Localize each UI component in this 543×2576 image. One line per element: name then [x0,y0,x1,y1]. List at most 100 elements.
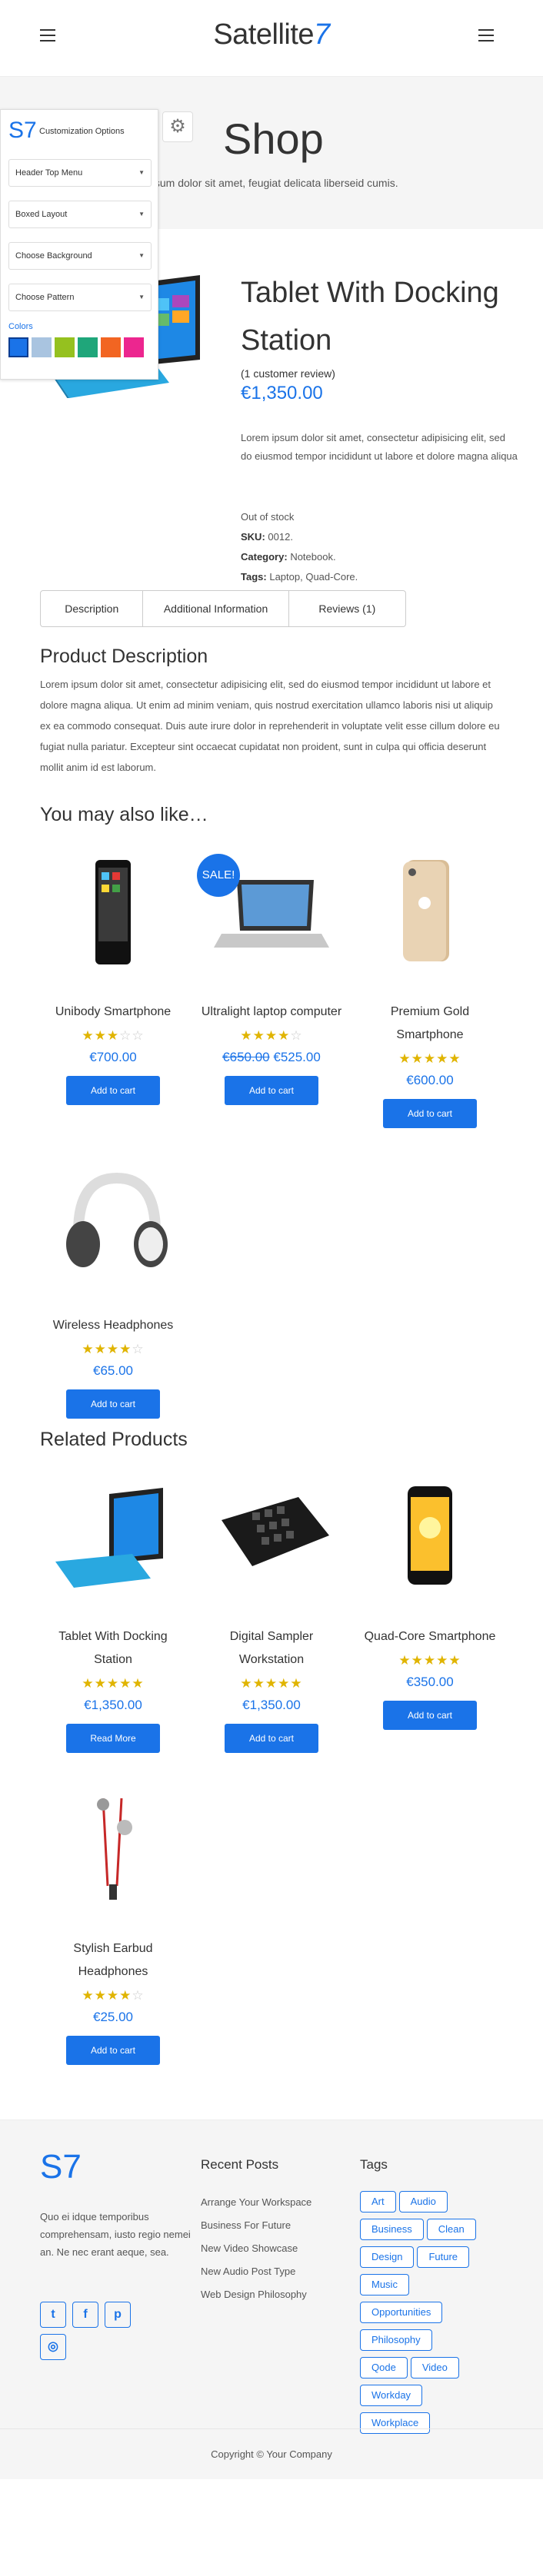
product-price: €1,350.00 [242,1698,301,1712]
site-header: Satellite7 [0,0,543,77]
product-image[interactable] [206,1482,337,1589]
tag-link[interactable]: Audio [398,2191,448,2213]
rating-stars: ★★★★★ [240,1676,303,1691]
related-grid: Tablet With Docking Station ★★★★★ €1,350… [40,1451,503,2104]
add-to-cart-button[interactable]: Add to cart [225,1724,318,1753]
tag-link[interactable]: Qode [360,2357,408,2378]
tag-link[interactable]: Design [360,2246,415,2268]
customizer-logo: S7 [8,118,37,143]
product-name[interactable]: Tablet With Docking Station [40,1625,186,1671]
product-name[interactable]: Quad-Core Smartphone [357,1625,503,1648]
product-image[interactable] [48,1482,178,1589]
color-swatch-blue[interactable] [8,337,28,357]
pattern-select[interactable]: Choose Pattern [8,284,152,311]
description-text: Lorem ipsum dolor sit amet, consectetur … [40,679,500,773]
color-swatch-orange[interactable] [101,337,121,357]
stock-status: Out of stock [241,511,295,523]
product-card: Wireless Headphones ★★★★☆ €65.00 Add to … [40,1170,186,1419]
pinterest-icon[interactable]: p [105,2302,131,2328]
side-menu-icon[interactable] [478,29,494,41]
product-price: €65.00 [93,1363,133,1378]
tab-additional-information[interactable]: Additional Information [143,591,289,626]
footer-logo[interactable]: S7 [40,2148,82,2186]
tag-link[interactable]: Clean [426,2219,476,2240]
product-card: Tablet With Docking Station ★★★★★ €1,350… [40,1482,186,1753]
category-row: Category: Notebook. [241,547,358,567]
product-image[interactable] [48,1170,178,1278]
product-card: Stylish Earbud Headphones ★★★★☆ €25.00 A… [40,1794,186,2065]
color-swatch-lightblue[interactable] [32,337,52,357]
logo-accent: 7 [314,18,330,51]
review-count-link[interactable]: (1 customer review) [241,367,335,380]
category-link[interactable]: Notebook. [290,551,335,563]
rating-stars: ★★★☆☆ [82,1028,145,1043]
old-price: €650.00 [222,1050,270,1064]
rating-stars: ★★★★☆ [82,1342,145,1356]
social-links: t f p ◎ [40,2302,155,2360]
layout-select[interactable]: Boxed Layout [8,201,152,228]
tag-link[interactable]: Music [360,2274,409,2295]
add-to-cart-button[interactable]: Add to cart [66,1076,160,1105]
add-to-cart-button[interactable]: Add to cart [383,1099,477,1128]
sku-label: SKU: [241,531,265,543]
rating-stars: ★★★★☆ [240,1028,303,1043]
color-swatch-pink[interactable] [124,337,144,357]
product-name[interactable]: Premium Gold Smartphone [357,1001,503,1047]
twitter-icon[interactable]: t [40,2302,66,2328]
recent-posts-heading: Recent Posts [201,2157,279,2172]
tag-link[interactable]: Workday [360,2385,423,2406]
rating-stars: ★★★★★ [398,1653,461,1668]
header-menu-select[interactable]: Header Top Menu [8,159,152,187]
customization-panel: S7 Customization Options ⚙ Header Top Me… [0,109,193,380]
recent-post-link[interactable]: New Audio Post Type [201,2260,311,2283]
tab-description[interactable]: Description [41,591,144,626]
tag-link[interactable]: Future [417,2246,470,2268]
add-to-cart-button[interactable]: Add to cart [225,1076,318,1105]
recent-post-link[interactable]: Business For Future [201,2214,311,2237]
product-card: Premium Gold Smartphone ★★★★★ €600.00 Ad… [357,857,503,1128]
product-price: €1,350.00 [241,383,323,403]
gear-icon[interactable]: ⚙ [162,111,193,142]
add-to-cart-button[interactable]: Add to cart [66,2036,160,2065]
colors-label: Colors [8,322,33,331]
tags-links[interactable]: Laptop, Quad-Core. [269,571,358,583]
product-card: SALE! Ultralight laptop computer ★★★★☆ €… [197,854,345,1105]
recent-post-link[interactable]: New Video Showcase [201,2237,311,2260]
product-name[interactable]: Wireless Headphones [40,1314,186,1337]
tag-link[interactable]: Philosophy [360,2329,432,2351]
product-price: €650.00 €525.00 [198,1050,345,1065]
tab-reviews[interactable]: Reviews (1) [289,591,405,626]
product-short-description: Lorem ipsum dolor sit amet, consectetur … [241,432,518,462]
product-image[interactable] [365,857,495,964]
product-price: €350.00 [406,1675,454,1689]
color-swatch-green[interactable] [55,337,75,357]
recent-post-link[interactable]: Arrange Your Workspace [201,2191,311,2214]
site-logo[interactable]: Satellite7 [0,18,543,51]
product-name[interactable]: Ultralight laptop computer [198,1001,345,1024]
read-more-button[interactable]: Read More [66,1724,160,1753]
facebook-icon[interactable]: f [72,2302,98,2328]
tag-link[interactable]: Video [410,2357,459,2378]
product-image[interactable] [365,1482,495,1589]
tag-link[interactable]: Business [360,2219,424,2240]
add-to-cart-button[interactable]: Add to cart [383,1701,477,1730]
product-name[interactable]: Unibody Smartphone [40,1001,186,1024]
product-title: Tablet With Docking Station [241,277,499,357]
add-to-cart-button[interactable]: Add to cart [66,1389,160,1419]
copyright: Copyright © Your Company [0,2428,543,2479]
tag-link[interactable]: Art [360,2191,396,2213]
page-title: Shop [223,115,324,163]
rating-stars: ★★★★★ [82,1676,145,1691]
color-swatch-teal[interactable] [78,337,98,357]
description-heading: Product Description [40,646,208,667]
recent-post-link[interactable]: Web Design Philosophy [201,2283,311,2306]
dribbble-icon[interactable]: ◎ [40,2334,66,2360]
tags-heading: Tags [360,2157,388,2172]
product-image[interactable] [48,857,178,964]
product-name[interactable]: Digital Sampler Workstation [198,1625,345,1671]
tag-link[interactable]: Opportunities [360,2302,443,2323]
upsells-grid: Unibody Smartphone ★★★☆☆ €700.00 Add to … [40,826,503,1441]
background-select[interactable]: Choose Background [8,242,152,270]
product-name[interactable]: Stylish Earbud Headphones [40,1937,186,1983]
product-image[interactable] [48,1794,178,1901]
